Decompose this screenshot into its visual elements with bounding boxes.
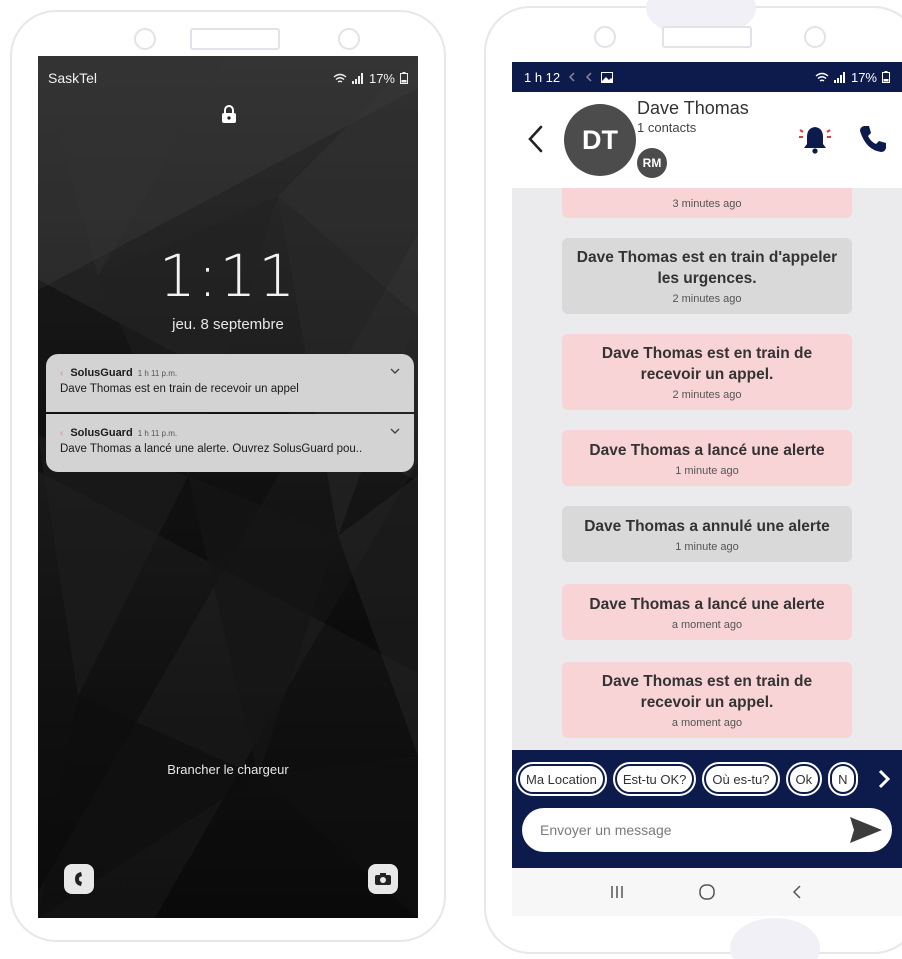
earpiece-speaker	[190, 28, 280, 50]
notification-dot-icon	[586, 72, 592, 82]
battery-icon	[882, 71, 890, 83]
sensor	[804, 26, 826, 48]
quick-reply-chip[interactable]: Ma Location	[516, 762, 607, 796]
sensor	[338, 28, 360, 50]
member-avatar[interactable]: RM	[637, 148, 667, 178]
quick-reply-chip[interactable]: Ok	[785, 762, 823, 796]
lock-icon[interactable]	[221, 104, 237, 124]
chevron-right-icon[interactable]	[876, 768, 892, 790]
status-time: 1 h 12	[524, 69, 561, 85]
notification-body: Dave Thomas est en train de recevoir un …	[60, 383, 299, 395]
message-bubble: Dave Thomas a lancé une alerte 1 minute …	[562, 430, 852, 486]
send-icon[interactable]	[848, 814, 884, 846]
battery-icon	[400, 72, 408, 84]
android-nav-bar	[512, 868, 902, 916]
chat-status-bar: 1 h 12 17%	[512, 62, 902, 92]
carrier-name: SaskTel	[48, 70, 98, 86]
message-bubble: Dave Thomas est en train d'appeler les u…	[562, 238, 852, 314]
notification-card[interactable]: ‹ SolusGuard 1 h 11 p.m. Dave Thomas a l…	[46, 414, 414, 472]
avatar[interactable]: DT	[564, 104, 636, 176]
lock-date: jeu. 8 septembre	[172, 316, 284, 333]
home-button[interactable]	[687, 877, 727, 907]
app-icon: ‹	[60, 427, 64, 439]
message-text: Dave Thomas a annulé une alerte	[584, 517, 830, 535]
contact-name: Dave Thomas	[637, 98, 749, 118]
quick-reply-chip[interactable]: N	[828, 762, 858, 796]
notification-app-name: SolusGuard	[70, 427, 133, 439]
notification-card[interactable]: ‹ SolusGuard 1 h 11 p.m. Dave Thomas est…	[46, 354, 414, 412]
image-icon	[601, 71, 614, 83]
recent-apps-icon	[611, 886, 623, 898]
quick-reply-chip[interactable]: Où es-tu?	[702, 762, 780, 796]
chevron-down-icon[interactable]	[390, 426, 400, 436]
back-button[interactable]	[777, 877, 817, 907]
notification-time: 1 h 11 p.m.	[137, 368, 178, 378]
notification-dot-icon	[569, 72, 575, 82]
message-bubble: Dave Thomas a annulé une alerte 1 minute…	[562, 506, 852, 562]
wifi-icon	[815, 72, 829, 82]
chevron-left-icon	[792, 885, 801, 899]
message-text: Dave Thomas est en train de recevoir un …	[601, 345, 813, 383]
message-time: 1 minute ago	[675, 540, 739, 553]
call-icon[interactable]	[856, 122, 890, 156]
message-text: Dave Thomas est en train de recevoir un …	[601, 673, 813, 711]
signal-icon	[833, 71, 845, 83]
app-icon: ‹	[60, 367, 64, 379]
message-time: a moment ago	[671, 717, 743, 729]
message-time: a moment ago	[671, 618, 743, 631]
notification-time: 1 h 11 p.m.	[137, 428, 178, 438]
contact-count: 1 contacts	[637, 120, 697, 135]
signal-icon	[351, 72, 363, 84]
quick-reply-list: Ma Location Est-tu OK? Où es-tu? Ok N	[516, 762, 868, 796]
alert-bell-icon[interactable]	[798, 122, 832, 156]
charger-hint: Brancher le chargeur	[167, 762, 289, 777]
phone-icon	[75, 872, 82, 886]
front-camera	[134, 28, 156, 50]
message-text: Dave Thomas a lancé une alerte	[589, 441, 825, 459]
message-bubble: Dave Thomas est en train de recevoir un …	[562, 662, 852, 738]
lock-screen: SaskTel 17% 1:11 jeu. 8 septembre ‹ Solu…	[38, 56, 418, 918]
notification-body: Dave Thomas a lancé une alerte. Ouvrez S…	[60, 443, 363, 455]
message-time: 1 minute ago	[675, 464, 739, 477]
message-input[interactable]	[540, 822, 830, 838]
front-camera	[594, 26, 616, 48]
message-time: 2 minutes ago	[672, 389, 742, 401]
lock-status-bar: SaskTel 17%	[48, 68, 408, 88]
lock-clock: 1:11	[158, 242, 298, 310]
chevron-down-icon[interactable]	[390, 366, 400, 376]
chat-header: DT Dave Thomas 1 contacts RM	[512, 92, 902, 188]
message-composer	[522, 808, 892, 852]
message-text: Dave Thomas est en train d'appeler les u…	[576, 249, 838, 287]
phone-shortcut[interactable]	[64, 864, 94, 894]
back-arrow-icon[interactable]	[526, 122, 546, 156]
message-time: 2 minutes ago	[672, 293, 742, 305]
battery-level: 17%	[850, 69, 877, 85]
camera-icon	[375, 873, 391, 885]
message-bubble: Dave Thomas est en train de recevoir un …	[562, 334, 852, 410]
message-bubble: Dave Thomas a lancé une alerte a moment …	[562, 584, 852, 640]
notification-app-name: SolusGuard	[70, 367, 133, 379]
message-text: Dave Thomas a lancé une alerte	[589, 595, 825, 613]
wifi-icon	[333, 73, 347, 83]
quick-reply-chip[interactable]: Est-tu OK?	[612, 762, 697, 796]
message-list: 3 minutes ago Dave Thomas est en train d…	[512, 188, 902, 750]
quick-reply-bar: Ma Location Est-tu OK? Où es-tu? Ok N	[512, 750, 902, 868]
message-bubble: 3 minutes ago	[562, 188, 852, 218]
earpiece-speaker	[662, 26, 752, 48]
message-time: 3 minutes ago	[672, 198, 742, 210]
chat-screen: 1 h 12 17% DT Dave Thomas 1 contacts RM …	[512, 62, 902, 916]
camera-shortcut[interactable]	[368, 864, 398, 894]
wallpaper-polygons	[38, 56, 418, 918]
battery-level: 17%	[368, 70, 395, 86]
home-icon	[699, 884, 715, 900]
recent-apps-button[interactable]	[597, 877, 637, 907]
